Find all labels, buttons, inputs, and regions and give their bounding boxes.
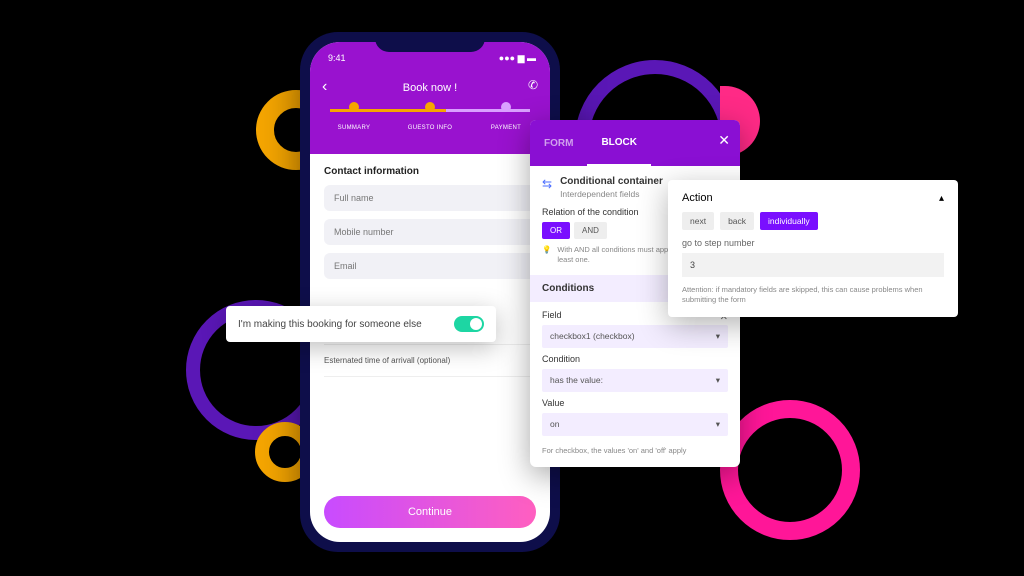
toggle-label: I'm making this booking for someone else	[238, 319, 422, 330]
step-number-input[interactable]: 3	[682, 253, 944, 277]
condition-select[interactable]: has the value:▾	[542, 369, 728, 392]
phone-screen: 9:41 ●●● ▆ ▬ ‹ Book now ! ✆ SUMMARY GUES…	[310, 42, 550, 542]
relation-and-button[interactable]: AND	[574, 222, 607, 239]
tab-form[interactable]: FORM	[530, 122, 587, 165]
full-name-input[interactable]: Full name	[324, 185, 536, 211]
phone-call-icon[interactable]: ✆	[528, 78, 538, 92]
action-individually-button[interactable]: individually	[760, 212, 818, 230]
panel-tabs: FORM BLOCK ✕	[530, 120, 740, 166]
close-icon[interactable]: ✕	[718, 132, 730, 149]
value-label: Value	[542, 398, 728, 408]
field-select[interactable]: checkbox1 (checkbox)▾	[542, 325, 728, 348]
block-type-subtitle: Interdependent fields	[560, 189, 663, 199]
condition-label: Condition	[542, 354, 728, 364]
value-select[interactable]: on▾	[542, 413, 728, 436]
email-input[interactable]: Email	[324, 253, 536, 279]
step-guest-info[interactable]: GUESTO INFO	[392, 102, 468, 134]
conditions-heading: Conditions	[542, 283, 594, 294]
chevron-up-icon[interactable]: ▴	[939, 193, 944, 204]
status-icons: ●●● ▆ ▬	[499, 53, 536, 64]
block-type-title: Conditional container	[560, 176, 663, 187]
action-popover: Action ▴ next back individually go to st…	[668, 180, 958, 317]
someone-else-toggle[interactable]	[454, 316, 484, 332]
step-summary[interactable]: SUMMARY	[316, 102, 392, 134]
chevron-down-icon: ▾	[716, 419, 720, 430]
section-title: Contact information	[324, 166, 536, 177]
value-hint: For checkbox, the values 'on' and 'off' …	[542, 442, 728, 455]
container-icon: ⇆	[542, 177, 552, 191]
eta-row[interactable]: Esternated time of arrivall (optional)⌄	[324, 345, 536, 377]
goto-label: go to step number	[682, 238, 944, 248]
phone-frame: 9:41 ●●● ▆ ▬ ‹ Book now ! ✆ SUMMARY GUES…	[300, 32, 560, 552]
bulb-icon: 💡	[542, 245, 551, 265]
decor-circle	[720, 400, 860, 540]
someone-else-toggle-card: I'm making this booking for someone else	[226, 306, 496, 342]
field-label: Field	[542, 310, 562, 320]
app-header: ‹ Book now ! ✆ SUMMARY GUESTO INFO PAYME…	[310, 74, 550, 154]
mobile-input[interactable]: Mobile number	[324, 219, 536, 245]
page-title: Book now !	[403, 82, 457, 94]
back-icon[interactable]: ‹	[322, 78, 327, 96]
chevron-down-icon: ▾	[716, 375, 720, 386]
tab-block[interactable]: BLOCK	[587, 121, 651, 166]
action-back-button[interactable]: back	[720, 212, 754, 230]
progress-stepper: SUMMARY GUESTO INFO PAYMENT	[310, 96, 550, 144]
action-heading: Action	[682, 192, 713, 204]
status-time: 9:41	[328, 53, 346, 63]
phone-notch	[375, 32, 485, 52]
chevron-down-icon: ▾	[716, 331, 720, 342]
action-next-button[interactable]: next	[682, 212, 714, 230]
action-warning: Attention: if mandatory fields are skipp…	[682, 285, 944, 305]
relation-or-button[interactable]: OR	[542, 222, 570, 239]
continue-button[interactable]: Continue	[324, 496, 536, 528]
